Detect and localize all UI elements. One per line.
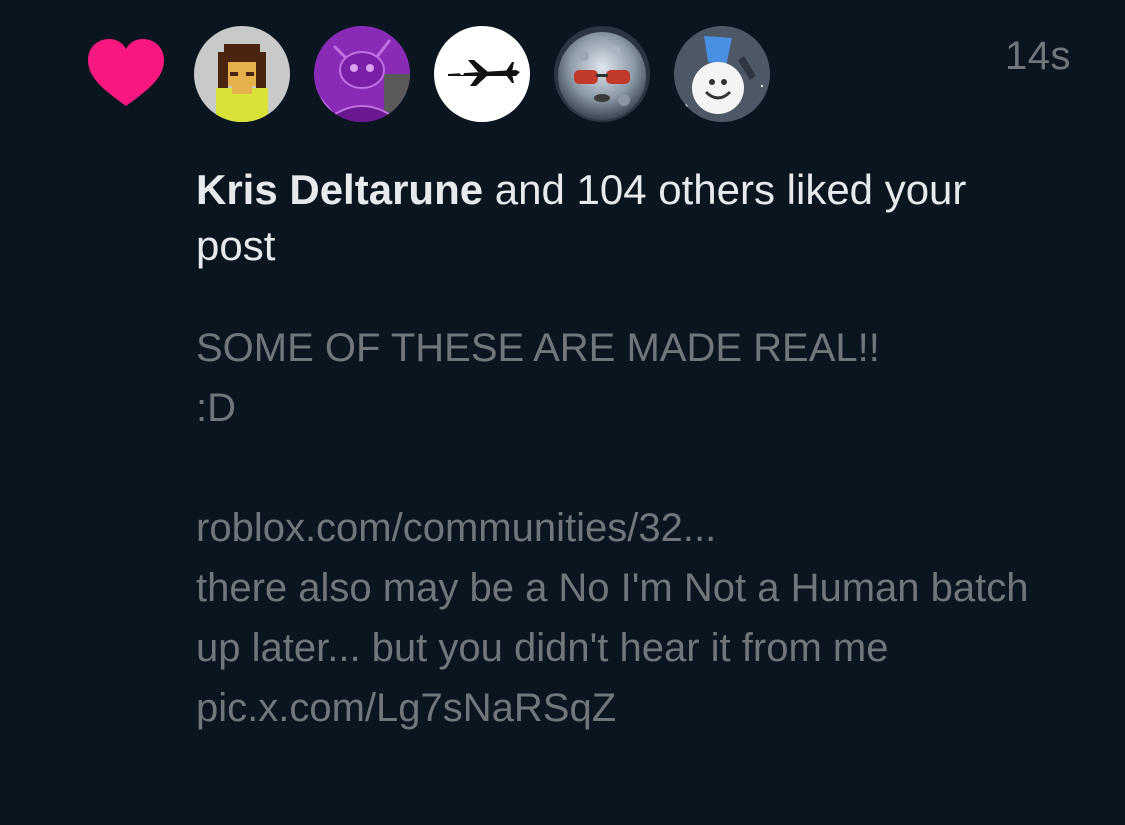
moon-face-avatar[interactable] [554,26,650,122]
timestamp: 14s [1005,34,1071,78]
cartoon-character-avatar[interactable] [674,26,770,122]
notification-headline: Kris Deltarune and 104 others liked your… [196,162,996,274]
post-preview-text[interactable]: SOME OF THESE ARE MADE REAL!! :D roblox.… [196,318,1056,738]
heart-icon [88,39,164,106]
airplane-avatar[interactable] [434,26,530,122]
purple-character-avatar[interactable] [314,26,410,122]
pixel-character-avatar[interactable] [194,26,290,122]
like-notification[interactable]: 14s Kris Deltarune and 104 others liked … [0,0,1125,825]
liker-name[interactable]: Kris Deltarune [196,166,483,213]
liker-avatars [194,26,770,122]
